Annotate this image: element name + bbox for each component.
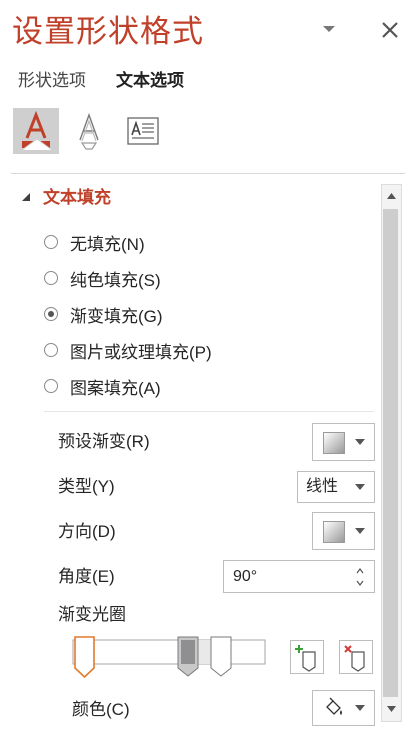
radio-button[interactable] [44, 271, 58, 285]
triangle-down-icon [22, 193, 30, 201]
section-title-text-fill[interactable]: 文本填充 [43, 186, 111, 210]
triangle-down-icon [387, 706, 396, 712]
text-effects-tab[interactable] [66, 108, 112, 154]
remove-gradient-stop-button[interactable] [339, 640, 373, 674]
type-label: 类型(Y) [58, 477, 115, 496]
dropdown-arrow-icon [355, 439, 365, 445]
text-effects-icon [79, 112, 99, 150]
paint-bucket-icon [326, 697, 342, 715]
radio-label: 图案填充(A) [70, 378, 161, 398]
radio-no-fill[interactable]: 无填充(N) [44, 228, 145, 256]
type-value: 线性 [306, 478, 339, 495]
add-gradient-stop-button[interactable] [290, 640, 324, 674]
direction-dropdown[interactable] [312, 512, 375, 550]
scroll-thumb[interactable] [383, 209, 398, 697]
radio-picture-texture-fill[interactable]: 图片或纹理填充(P) [44, 336, 212, 364]
text-box-icon [127, 117, 159, 145]
dropdown-arrow-icon [355, 528, 365, 534]
scroll-down-button[interactable] [382, 698, 401, 720]
radio-button[interactable] [44, 307, 58, 321]
gradient-swatch [323, 432, 345, 454]
tab-text-options[interactable]: 文本选项 [116, 68, 184, 94]
selected-tab-indicator [21, 137, 53, 151]
gradient-stop-handle[interactable] [210, 636, 232, 677]
gradient-stop-handle[interactable] [177, 636, 199, 677]
scroll-up-button[interactable] [382, 185, 401, 207]
radio-solid-fill[interactable]: 纯色填充(S) [44, 264, 161, 292]
dropdown-arrow-icon [355, 705, 365, 711]
add-stop-icon [295, 645, 316, 672]
spinner-arrows-icon[interactable] [354, 565, 366, 589]
direction-swatch [323, 521, 345, 543]
angle-spinner[interactable]: 90° [223, 560, 375, 593]
angle-value[interactable]: 90° [233, 566, 257, 588]
radio-label: 图片或纹理填充(P) [70, 342, 212, 362]
pane-title: 设置形状格式 [12, 14, 204, 49]
close-button[interactable] [378, 18, 402, 42]
preset-gradient-dropdown[interactable] [312, 423, 375, 461]
radio-button[interactable] [44, 379, 58, 393]
text-box-tab[interactable] [120, 108, 166, 154]
radio-label: 渐变填充(G) [70, 306, 163, 326]
preset-gradient-label: 预设渐变(R) [58, 432, 150, 451]
dropdown-arrow-icon [355, 484, 365, 490]
triangle-up-icon [387, 193, 396, 199]
radio-button[interactable] [44, 343, 58, 357]
radio-button[interactable] [44, 235, 58, 249]
radio-pattern-fill[interactable]: 图案填充(A) [44, 372, 161, 400]
direction-label: 方向(D) [58, 522, 116, 541]
radio-gradient-fill[interactable]: 渐变填充(G) [44, 300, 163, 328]
remove-stop-icon [344, 645, 365, 672]
tab-shape-options[interactable]: 形状选项 [18, 68, 86, 94]
close-icon [382, 22, 398, 38]
color-label: 颜色(C) [72, 700, 130, 719]
radio-label: 纯色填充(S) [70, 270, 161, 290]
type-dropdown[interactable]: 线性 [297, 471, 375, 503]
divider [44, 411, 374, 412]
gradient-stop-handle[interactable] [74, 636, 95, 679]
gradient-stops-label: 渐变光圈 [58, 605, 126, 624]
section-expand-toggle[interactable] [20, 190, 32, 202]
gradient-stops-bar[interactable] [72, 634, 268, 680]
pane-options-button[interactable] [320, 22, 338, 36]
tab-separator [11, 173, 405, 174]
angle-label: 角度(E) [58, 567, 115, 586]
radio-label: 无填充(N) [70, 234, 145, 254]
chevron-down-icon [323, 26, 335, 32]
color-dropdown[interactable] [312, 690, 375, 726]
